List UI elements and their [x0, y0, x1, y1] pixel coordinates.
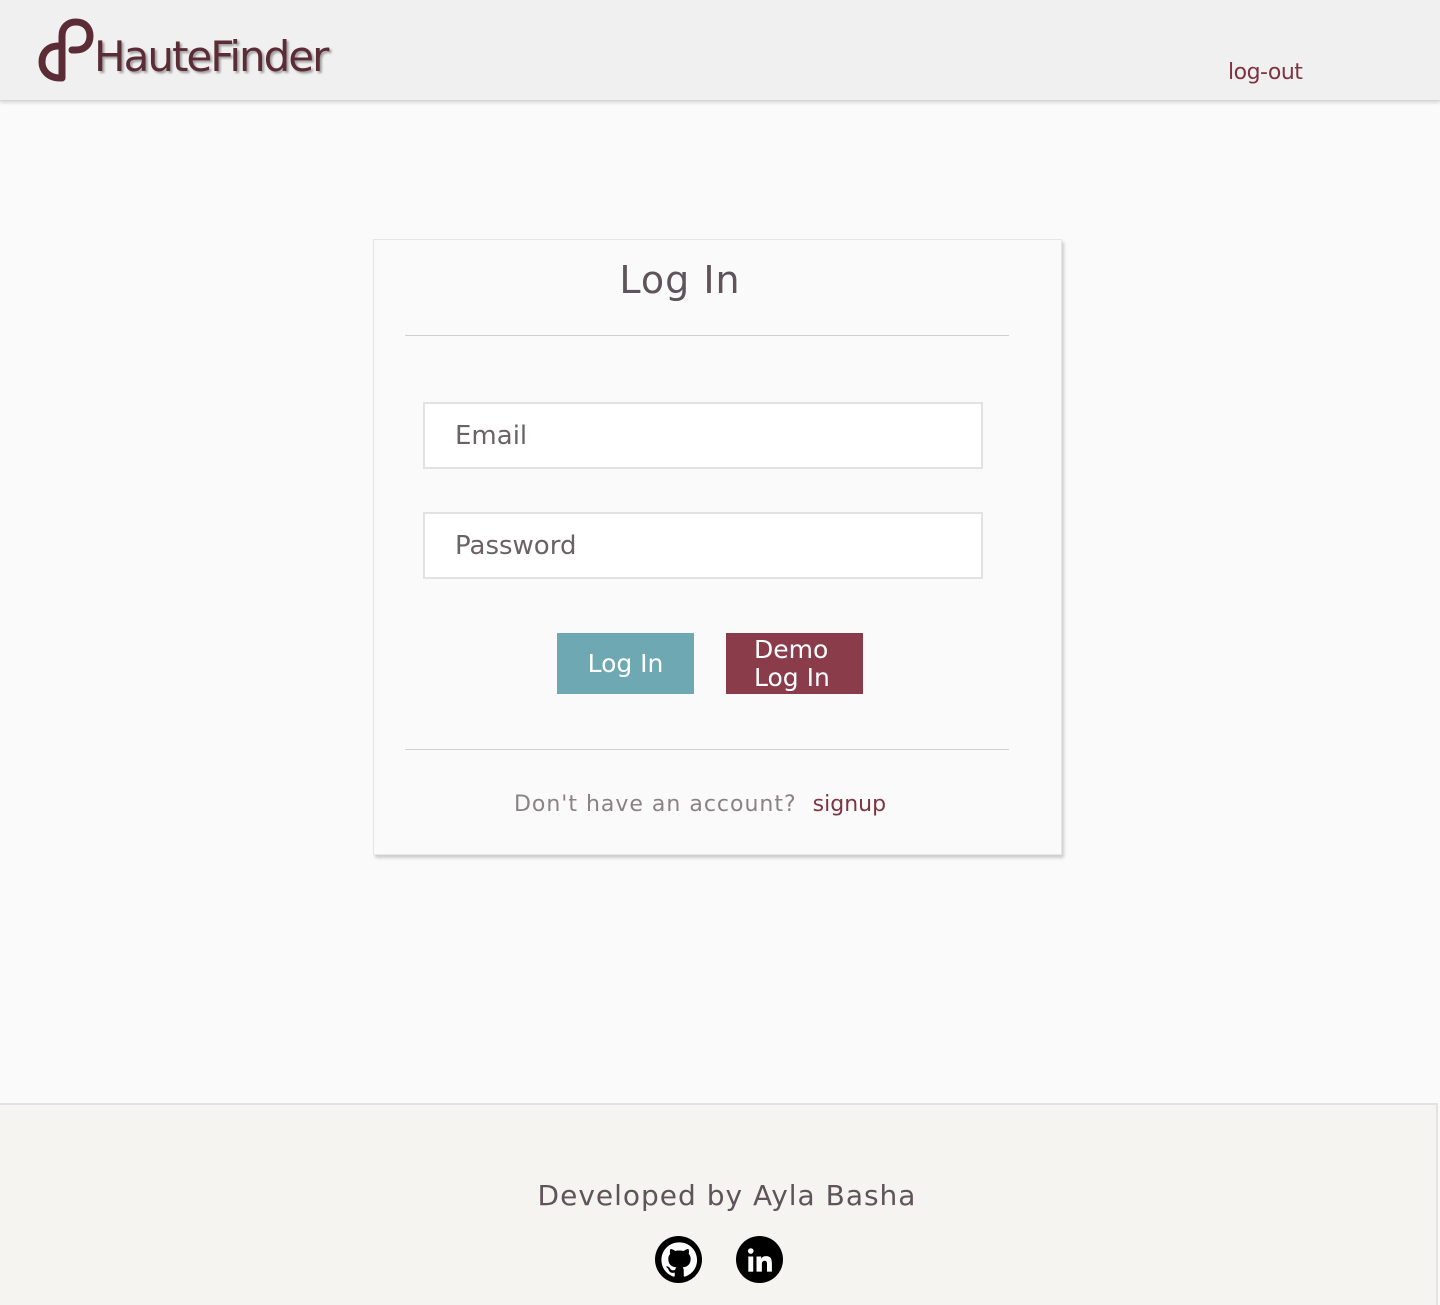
logo-link[interactable]: HauteFinder: [38, 18, 329, 82]
signup-row: Don't have an account? signup: [0, 792, 1400, 817]
demo-login-button[interactable]: Demo Log In: [726, 633, 863, 694]
github-icon: [660, 1241, 697, 1277]
github-link[interactable]: [655, 1236, 702, 1283]
logo-text: HauteFinder: [94, 32, 329, 81]
signup-prompt: Don't have an account?: [513, 792, 797, 817]
page-title: Log In: [619, 258, 741, 302]
logo-icon: [38, 18, 94, 82]
linkedin-link[interactable]: [736, 1236, 783, 1283]
divider: [405, 749, 1009, 750]
site-footer: Developed by Ayla Basha: [0, 1103, 1438, 1305]
password-field[interactable]: [423, 512, 983, 579]
site-header: HauteFinder log-out: [0, 0, 1440, 101]
email-field[interactable]: [423, 402, 983, 469]
footer-credit: Developed by Ayla Basha: [537, 1179, 917, 1212]
signup-link[interactable]: signup: [813, 792, 886, 817]
login-button[interactable]: Log In: [557, 633, 694, 694]
linkedin-icon: [747, 1247, 772, 1272]
divider: [405, 335, 1009, 336]
logout-link[interactable]: log-out: [1228, 60, 1303, 85]
